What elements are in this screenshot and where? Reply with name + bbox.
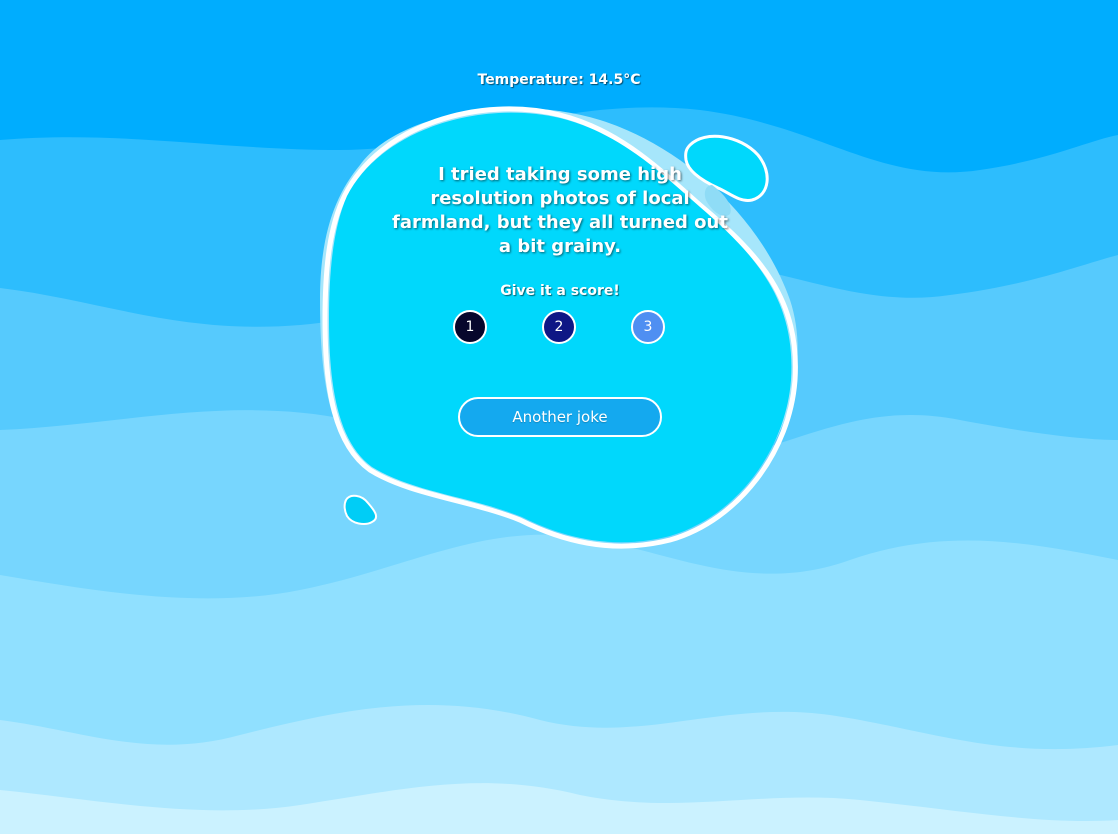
app-background: Temperature: 14.5°C I tried taking some …	[0, 0, 1118, 834]
score-label-1: 1	[465, 319, 475, 335]
joke-card: I tried taking some high resolution phot…	[380, 160, 740, 437]
score-button-1[interactable]: 1	[453, 310, 487, 344]
droplet-bottom-left	[343, 494, 378, 525]
joke-text: I tried taking some high resolution phot…	[392, 164, 728, 257]
score-label-2: 2	[554, 319, 564, 335]
temperature-readout: Temperature: 14.5°C	[477, 72, 641, 88]
another-joke-button[interactable]: Another joke	[458, 397, 662, 437]
score-label-3: 3	[643, 319, 653, 335]
score-options: 1 2 3	[380, 310, 740, 350]
score-button-3[interactable]: 3	[631, 310, 665, 344]
score-prompt: Give it a score!	[500, 283, 620, 299]
score-button-2[interactable]: 2	[542, 310, 576, 344]
